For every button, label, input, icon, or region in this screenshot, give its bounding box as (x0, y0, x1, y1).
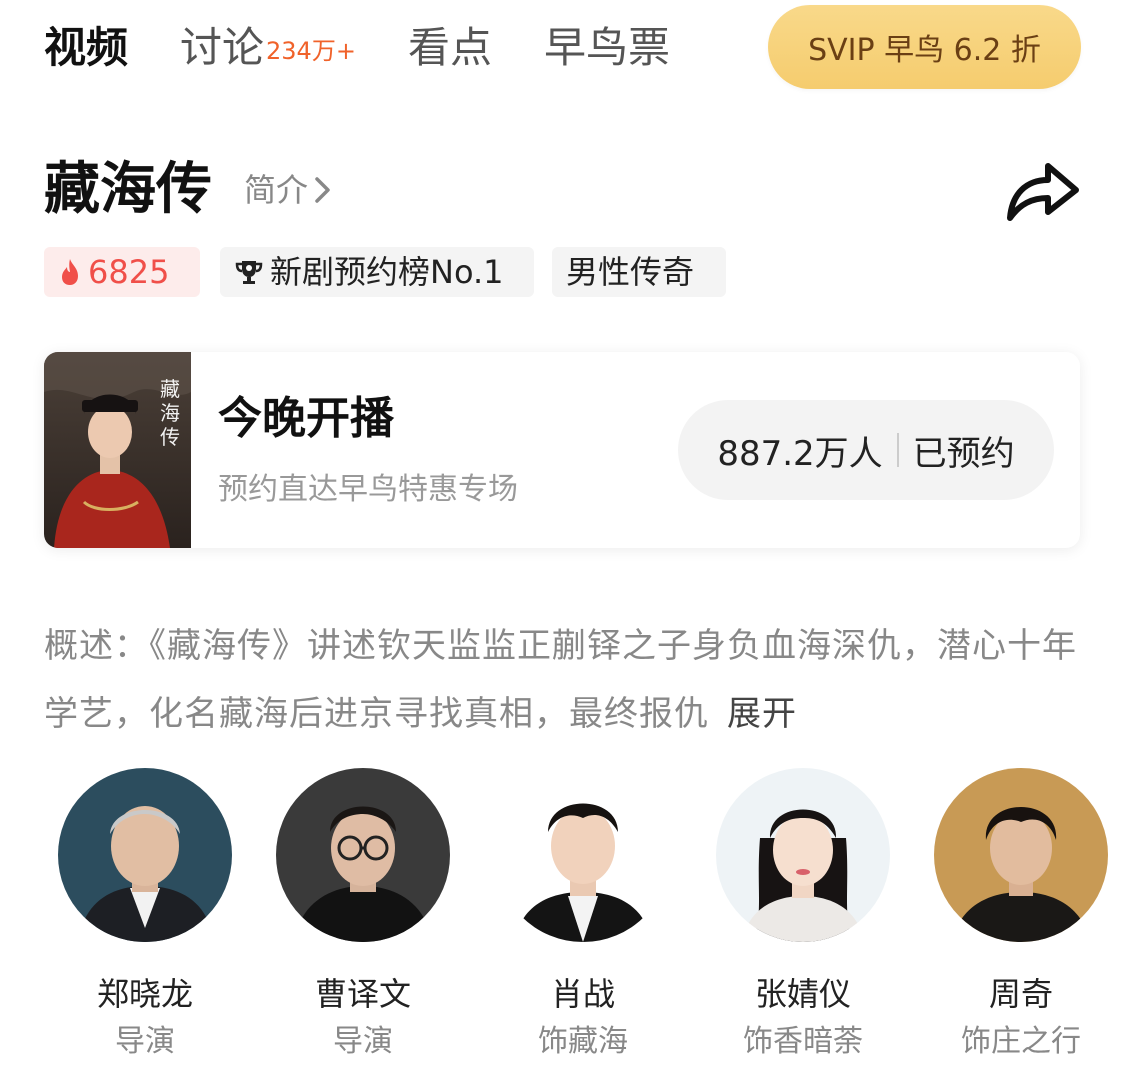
cast-role: 导演 (333, 1024, 393, 1059)
avatar (934, 768, 1108, 942)
tab-early-bird-tickets[interactable]: 早鸟票 (544, 22, 670, 74)
cast-name: 曹译文 (314, 975, 411, 1013)
tab-videos[interactable]: 视频 (44, 22, 128, 74)
share-icon[interactable] (1002, 150, 1082, 226)
premiere-title: 今晚开播 (218, 393, 394, 444)
genre-tag[interactable]: 男性传奇 (552, 247, 726, 297)
cast-name: 郑晓龙 (96, 975, 193, 1013)
avatar-image (496, 768, 670, 942)
poster-title-char-1: 藏 (160, 377, 180, 401)
reserve-label: 已预约 (912, 433, 1015, 474)
summary: 概述：《藏海传》讲述钦天监监正蒯铎之子身负血海深仇，潜心十年学艺，化名藏海后进京… (44, 612, 1084, 748)
avatar (58, 768, 232, 942)
cast-role: 饰庄之行 (961, 1024, 1081, 1059)
summary-text: 概述：《藏海传》讲述钦天监监正蒯铎之子身负血海深仇，潜心十年学艺，化名藏海后进京… (44, 626, 1077, 734)
avatar (496, 768, 670, 942)
premiere-card[interactable]: 藏 海 传 今晚开播 预约直达早鸟特惠专场 887.2万人 已预约 (44, 352, 1080, 548)
tab-discussion-label: 讨论 (180, 23, 265, 72)
avatar-image (934, 768, 1108, 942)
avatar-image (58, 768, 232, 942)
avatar-image (716, 768, 890, 942)
cast-name: 周奇 (988, 975, 1053, 1013)
premiere-subtitle: 预约直达早鸟特惠专场 (218, 472, 518, 507)
svip-early-bird-button[interactable]: SVIP 早鸟 6.2 折 (768, 5, 1081, 89)
cast-item[interactable]: 曹译文 导演 (276, 768, 450, 1062)
cast-name: 张婧仪 (754, 975, 851, 1013)
pill-divider (896, 433, 899, 467)
heat-tag: 6825 (44, 247, 200, 297)
cast-role: 饰香暗荼 (743, 1024, 863, 1059)
reserve-button[interactable]: 887.2万人 已预约 (678, 400, 1054, 500)
discussion-count-badge: 234万+ (266, 36, 356, 65)
poster-image: 藏 海 传 (44, 352, 191, 548)
tab-discussion[interactable]: 讨论234万+ (180, 22, 356, 77)
cast-item[interactable]: 周奇 饰庄之行 (934, 768, 1108, 1062)
cast-item[interactable]: 肖战 饰藏海 (496, 768, 670, 1062)
cast-role: 导演 (115, 1024, 175, 1059)
chevron-right-icon (315, 177, 330, 203)
rank-label: 新剧预约榜No.1 (270, 253, 504, 291)
poster-title-char-3: 传 (160, 425, 180, 449)
expand-link[interactable]: 展开 (727, 694, 797, 734)
cast-item[interactable]: 郑晓龙 导演 (58, 768, 232, 1062)
avatar (716, 768, 890, 942)
cast-name: 肖战 (550, 975, 615, 1013)
avatar (276, 768, 450, 942)
show-title: 藏海传 (44, 157, 212, 222)
reserve-count: 887.2万人 (717, 433, 883, 474)
intro-link[interactable]: 简介 (244, 170, 334, 210)
heat-value: 6825 (88, 253, 170, 291)
genre-label: 男性传奇 (566, 253, 695, 291)
poster-title-char-2: 海 (160, 401, 180, 425)
trophy-icon (235, 261, 263, 284)
rank-tag[interactable]: 新剧预约榜No.1 (220, 247, 534, 297)
fire-icon (62, 259, 78, 285)
avatar-image (276, 768, 450, 942)
tab-highlights[interactable]: 看点 (408, 22, 492, 74)
cast-item[interactable]: 张婧仪 饰香暗荼 (716, 768, 890, 1062)
intro-link-label: 简介 (244, 171, 309, 209)
cast-role: 饰藏海 (538, 1024, 628, 1059)
